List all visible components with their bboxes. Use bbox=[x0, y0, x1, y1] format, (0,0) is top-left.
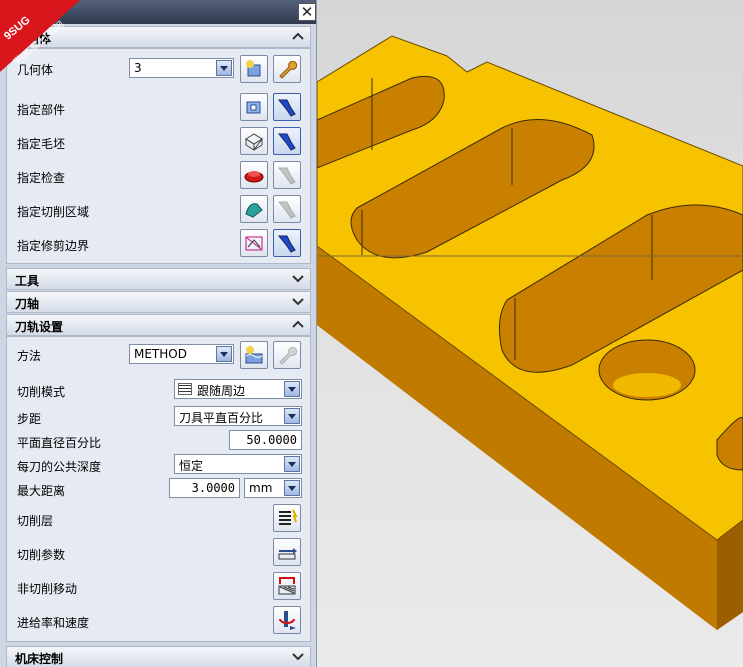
specify-check-button[interactable] bbox=[240, 161, 268, 189]
new-method-button[interactable] bbox=[240, 341, 268, 369]
path-settings-section-header[interactable]: 刀轨设置 bbox=[6, 314, 311, 336]
flat-diameter-label: 平面直径百分比 bbox=[17, 436, 102, 450]
flashlight-icon bbox=[277, 201, 296, 219]
flashlight-icon bbox=[277, 235, 296, 253]
new-method-icon bbox=[245, 346, 263, 364]
feeds-speeds-button[interactable] bbox=[273, 606, 301, 634]
max-distance-unit-select[interactable]: mm bbox=[244, 478, 302, 498]
new-geometry-button[interactable] bbox=[240, 55, 268, 83]
stepover-value: 刀具平直百分比 bbox=[179, 411, 264, 425]
chevron-up-icon[interactable] bbox=[290, 28, 306, 46]
display-part-button[interactable] bbox=[273, 93, 301, 121]
method-label: 方法 bbox=[17, 349, 42, 363]
chevron-down-icon[interactable] bbox=[216, 346, 232, 362]
specify-part-button[interactable] bbox=[240, 93, 268, 121]
specify-cut-area-button[interactable] bbox=[240, 195, 268, 223]
path-settings-panel: 方法 METHOD 切削模式 跟随周边 步距 刀具平直百分比 平面直径百分比 5… bbox=[6, 336, 311, 642]
blank-icon bbox=[245, 133, 263, 151]
graphics-viewport[interactable] bbox=[317, 0, 743, 667]
edit-method-button[interactable] bbox=[273, 341, 301, 369]
geometry-select[interactable]: 3 bbox=[129, 58, 234, 78]
chevron-down-icon[interactable] bbox=[284, 381, 300, 397]
cut-params-label: 切削参数 bbox=[17, 548, 66, 562]
common-depth-select[interactable]: 恒定 bbox=[174, 454, 302, 474]
chevron-down-icon[interactable] bbox=[290, 293, 306, 311]
display-cut-area-button[interactable] bbox=[273, 195, 301, 223]
site-logo: 9SUG 学UG就上UG网 bbox=[0, 0, 80, 72]
operation-dialog: ✕ 9SUG 学UG就上UG网 几何体 几何体 3 指定部件 指定毛坯 指定检查 bbox=[0, 0, 317, 667]
specify-trim-boundary-label: 指定修剪边界 bbox=[17, 239, 90, 253]
cut-params-icon bbox=[278, 548, 297, 560]
specify-check-label: 指定检查 bbox=[17, 171, 66, 185]
machine-control-section-header[interactable]: 机床控制 bbox=[6, 646, 311, 667]
chevron-down-icon[interactable] bbox=[284, 480, 300, 496]
cut-pattern-select[interactable]: 跟随周边 bbox=[174, 379, 302, 399]
follow-periphery-icon bbox=[178, 383, 192, 395]
method-select-value: METHOD bbox=[134, 347, 187, 361]
cut-params-button[interactable] bbox=[273, 538, 301, 566]
machine-control-section-label: 机床控制 bbox=[15, 652, 64, 666]
display-blank-button[interactable] bbox=[273, 127, 301, 155]
edit-geometry-button[interactable] bbox=[273, 55, 301, 83]
cut-pattern-label: 切削模式 bbox=[17, 385, 66, 399]
chevron-down-icon[interactable] bbox=[284, 408, 300, 424]
display-trim-boundary-button[interactable] bbox=[273, 229, 301, 257]
tools-section-label: 工具 bbox=[15, 274, 40, 288]
cut-pattern-value: 跟随周边 bbox=[197, 384, 246, 398]
specify-part-label: 指定部件 bbox=[17, 103, 66, 117]
geometry-panel: 几何体 3 指定部件 指定毛坯 指定检查 指定切削区域 指定修剪边界 bbox=[6, 48, 311, 264]
feeds-speeds-icon bbox=[279, 611, 296, 630]
specify-trim-boundary-button[interactable] bbox=[240, 229, 268, 257]
new-geometry-icon bbox=[246, 60, 261, 77]
feeds-speeds-label: 进给率和速度 bbox=[17, 616, 90, 630]
tools-section-header[interactable]: 工具 bbox=[6, 268, 311, 290]
tool-axis-section-header[interactable]: 刀轴 bbox=[6, 291, 311, 313]
max-distance-unit-value: mm bbox=[249, 481, 273, 495]
cut-levels-label: 切削层 bbox=[17, 514, 54, 528]
specify-blank-button[interactable] bbox=[240, 127, 268, 155]
display-check-button[interactable] bbox=[273, 161, 301, 189]
part-icon bbox=[246, 101, 261, 114]
flashlight-icon bbox=[277, 99, 296, 117]
specify-blank-label: 指定毛坯 bbox=[17, 137, 66, 151]
non-cutting-button[interactable] bbox=[273, 572, 301, 600]
common-depth-value: 恒定 bbox=[179, 459, 204, 473]
chevron-down-icon[interactable] bbox=[216, 60, 232, 76]
specify-cut-area-label: 指定切削区域 bbox=[17, 205, 90, 219]
path-settings-section-label: 刀轨设置 bbox=[15, 320, 64, 334]
close-button[interactable]: ✕ bbox=[298, 3, 316, 21]
flashlight-icon bbox=[277, 167, 296, 185]
cut-area-icon bbox=[245, 203, 263, 218]
flat-diameter-input[interactable]: 50.0000 bbox=[229, 430, 302, 450]
tool-axis-section-label: 刀轴 bbox=[15, 297, 40, 311]
chevron-down-icon[interactable] bbox=[290, 648, 306, 666]
cut-levels-icon bbox=[279, 509, 298, 525]
chevron-down-icon[interactable] bbox=[284, 456, 300, 472]
part-model bbox=[317, 35, 743, 630]
check-icon bbox=[244, 171, 264, 183]
non-cutting-label: 非切削移动 bbox=[17, 582, 78, 596]
wrench-icon bbox=[279, 346, 298, 365]
non-cutting-icon bbox=[278, 577, 296, 595]
method-select[interactable]: METHOD bbox=[129, 344, 234, 364]
common-depth-label: 每刀的公共深度 bbox=[17, 460, 102, 474]
stepover-select[interactable]: 刀具平直百分比 bbox=[174, 406, 302, 426]
chevron-up-icon[interactable] bbox=[290, 316, 306, 334]
geometry-select-value: 3 bbox=[134, 61, 142, 75]
cut-levels-button[interactable] bbox=[273, 504, 301, 532]
max-distance-input[interactable]: 3.0000 bbox=[169, 478, 240, 498]
stepover-label: 步距 bbox=[17, 412, 42, 426]
trim-boundary-icon bbox=[245, 236, 263, 251]
chevron-down-icon[interactable] bbox=[290, 270, 306, 288]
max-distance-label: 最大距离 bbox=[17, 484, 66, 498]
wrench-icon bbox=[279, 60, 298, 79]
flashlight-icon bbox=[277, 133, 296, 151]
